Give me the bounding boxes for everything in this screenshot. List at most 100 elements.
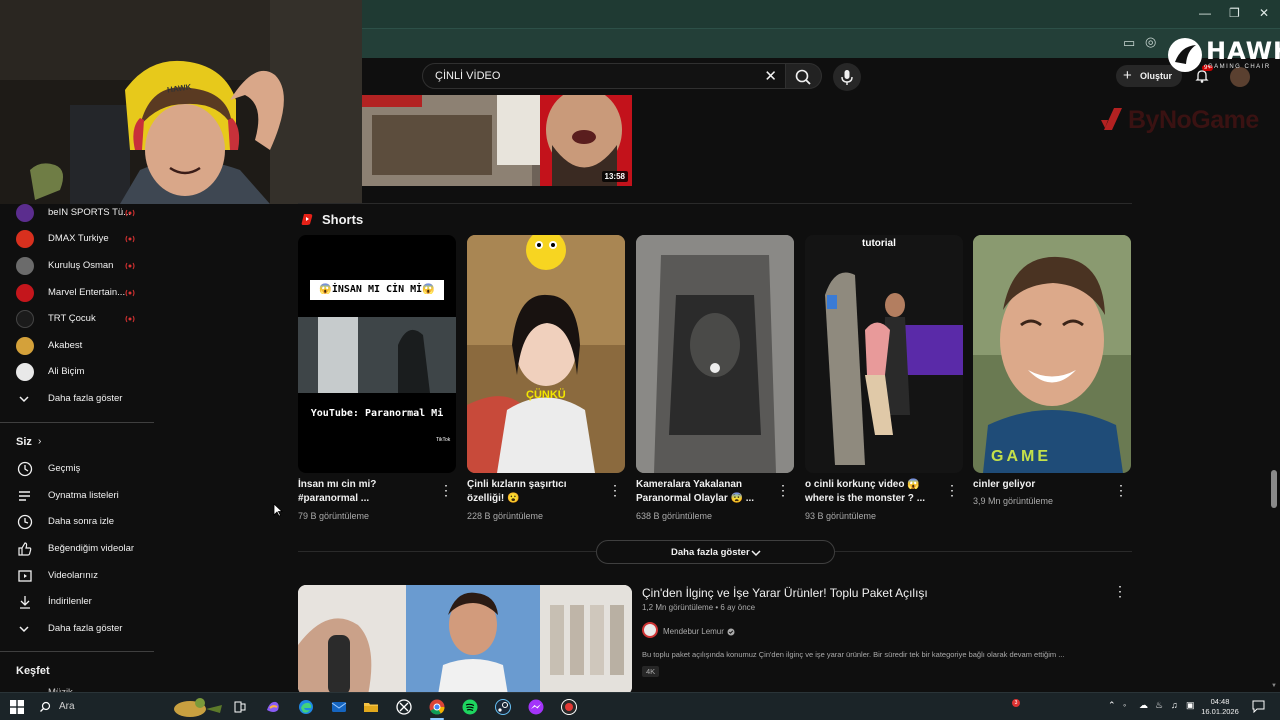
channel-avatar [16,284,34,302]
sidebar-show-more-subscriptions[interactable]: Daha fazla göster [0,386,154,412]
short-thumbnail-1[interactable]: 😱İNSAN MI CİN Mİ😱 YouTube: Paranormal Mi… [298,235,456,473]
sidebar-item-downloads[interactable]: İndirilenler [0,589,154,615]
channel-name[interactable]: Mendebur Lemur [663,627,724,636]
channel-avatar[interactable] [642,622,658,638]
sidebar-show-more-you[interactable]: Daha fazla göster [0,616,154,642]
more-options-icon[interactable]: ⋮ [1114,482,1128,499]
network-icon[interactable]: ▣ [1186,700,1195,711]
short-image [636,235,794,473]
tray-app-icon[interactable]: ◦ [1123,700,1126,710]
spotify-icon[interactable] [461,698,479,716]
live-icon [125,209,135,217]
clear-search-icon[interactable]: ✕ [764,67,777,85]
sidebar-item-playlists[interactable]: Oynatma listeleri [0,483,154,509]
more-options-icon[interactable]: ⋮ [608,482,622,499]
more-options-icon[interactable]: ⋮ [1113,583,1127,600]
channel-avatar [16,257,34,275]
windows-taskbar: Ara 3 ⌃ ◦ ☁ ♨ ♫ ▣ 04:48 16.01.2026 [0,692,1280,720]
search-query[interactable]: ÇİNLİ VİDEO [435,70,500,82]
streamer-webcam-image [0,0,362,204]
messenger-icon[interactable] [527,698,545,716]
more-options-icon[interactable]: ⋮ [945,482,959,499]
sidebar-item-history[interactable]: Geçmiş [0,456,154,482]
search-input[interactable]: ÇİNLİ VİDEO ✕ [422,63,786,89]
bynogame-logo: ByNoGame [1128,106,1259,134]
sidebar-item-trt-cocuk[interactable]: TRT Çocuk [0,306,154,332]
channel-avatar [16,204,34,222]
download-icon [20,596,30,609]
taskbar-search[interactable]: Ara [34,695,224,719]
short-title-1[interactable]: İnsan mı cin mi? #paranormal ... [298,478,434,506]
mail-icon[interactable] [330,698,348,716]
thumbs-up-icon [18,542,32,556]
more-options-icon[interactable]: ⋮ [439,482,453,499]
sidebar-item-watch-later[interactable]: Daha sonra izle [0,509,154,535]
taskbar-clock[interactable]: 04:48 16.01.2026 [1196,697,1244,717]
short-image [973,235,1131,473]
search-highlight-image [174,698,222,717]
notification-center-icon[interactable] [1252,700,1265,713]
search-icon [795,69,811,85]
shorts-show-more-button[interactable]: Daha fazla göster [596,540,835,564]
cast-icon[interactable]: ▭ [1123,35,1135,51]
short-title-4[interactable]: o cinli korkunç video 😱 where is the mons… [805,478,941,506]
short-title-3[interactable]: Kameralara Yakalanan Paranormal Olaylar 😨… [636,478,772,506]
sidebar: beIN SPORTS Tü... DMAX Turkiye Kuruluş O… [0,204,154,698]
chevron-up-icon[interactable]: ⌃ [1108,700,1116,711]
sidebar-you-heading[interactable]: Siz › [0,432,154,452]
video-thumbnail[interactable] [298,585,632,695]
live-icon [125,289,135,297]
short-title-2[interactable]: Çinli kızların şaşırtıcı özelliği! 😮 [467,478,603,506]
sidebar-item-liked-videos[interactable]: Beğendiğim videolar [0,536,154,562]
sidebar-item-akabest[interactable]: Akabest [0,333,154,359]
sidebar-item-ali-bicim[interactable]: Ali Biçim [0,359,154,385]
file-explorer-icon[interactable] [362,698,380,716]
scroll-down-icon[interactable]: ▼ [1271,683,1277,689]
tray-app-icon[interactable]: ☁ [1139,700,1148,711]
section-divider [298,551,596,552]
short-title-5[interactable]: cinler geliyor [973,478,1109,492]
copilot-icon[interactable] [264,698,282,716]
channel-avatar [16,337,34,355]
record-app-icon[interactable] [560,698,578,716]
edge-icon[interactable] [297,698,315,716]
sidebar-item-bein-sports[interactable]: beIN SPORTS Tü... [0,200,154,226]
restore-icon[interactable]: ❐ [1229,6,1240,20]
live-icon [125,235,135,243]
search-button[interactable] [786,63,822,89]
short-thumbnail-3[interactable] [636,235,794,473]
task-view-icon[interactable] [231,698,249,716]
wifi-icon[interactable]: ♨ [1155,700,1163,711]
minimize-icon[interactable]: — [1199,6,1211,20]
short-thumbnail-4[interactable]: tutorial [805,235,963,473]
section-divider [835,551,1132,552]
short-image [805,235,963,473]
short-views-4: 93 B görüntüleme [805,511,877,521]
short-image [298,235,456,473]
windows-start-icon[interactable] [10,700,24,714]
channel-avatar [16,230,34,248]
video-description: Bu toplu paket açılışında konumuz Çin'de… [642,650,1065,659]
search-icon [40,701,51,712]
sidebar-explore-heading: Keşfet [16,665,50,677]
chrome-icon[interactable] [428,698,446,716]
eye-off-icon[interactable]: ◎ [1145,34,1156,50]
sidebar-item-kurulus-osman[interactable]: Kuruluş Osman [0,253,154,279]
thumbnail-image [298,585,632,695]
steam-icon[interactable] [494,698,512,716]
short-thumbnail-5[interactable]: GAME [973,235,1131,473]
sidebar-item-marvel[interactable]: Marvel Entertain... [0,280,154,306]
channel-avatar [16,310,34,328]
voice-search-button[interactable] [833,63,861,91]
short-thumbnail-2[interactable]: ÇÜNKÜ [467,235,625,473]
video-title[interactable]: Çin'den İlginç ve İşe Yarar Ürünler! Top… [642,586,928,600]
sidebar-item-dmax[interactable]: DMAX Turkiye [0,226,154,252]
more-options-icon[interactable]: ⋮ [776,482,790,499]
video-thumbnail-top[interactable]: 13:58 [362,95,632,186]
scrollbar-thumb[interactable] [1271,470,1277,508]
sidebar-item-your-videos[interactable]: Videolarınız [0,563,154,589]
speaker-icon[interactable]: ♫ [1171,700,1178,710]
chevron-down-icon [751,550,761,557]
close-window-icon[interactable]: ✕ [1259,6,1269,20]
xbox-icon[interactable] [395,698,413,716]
